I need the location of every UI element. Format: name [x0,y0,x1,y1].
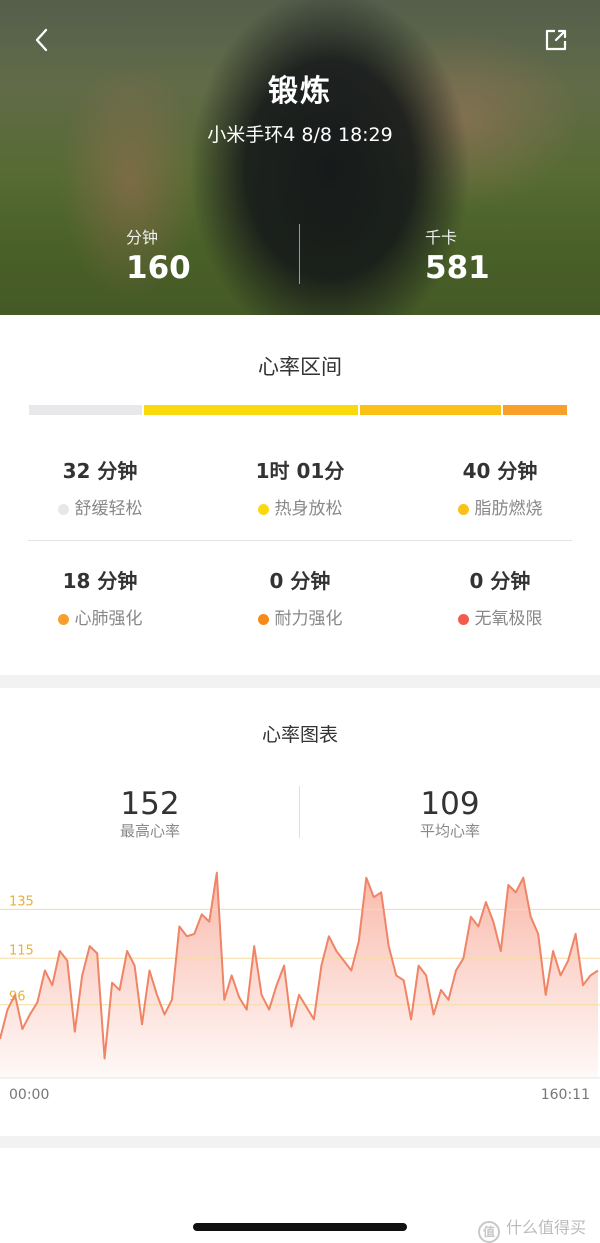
heart-rate-chart-card: 心率图表 152 最高心率 109 平均心率 135 115 96 00:00 160:… [0,688,600,1136]
heart-rate-area-chart: 1351159600:00 160:11 [0,871,600,1103]
heart-rate-zones-card: 心率区间 32 分钟 舒缓轻松 1时 01分 热身放松 40 分钟 脂肪燃烧 1… [0,315,600,675]
workout-hero-banner: 锻炼 小米手环4 8/8 18:29 分钟 160 千卡 581 [0,0,600,315]
zones-divider [28,540,572,541]
zone-duration: 32 分钟 [62,459,138,483]
hr-stats-divider [299,786,300,838]
zone-label: 脂肪燃烧 [474,499,543,519]
zone-duration: 1时 01分 [255,459,345,483]
share-icon [545,29,567,51]
zone-dot-icon [457,614,469,625]
calories-label: 千卡 [425,228,458,247]
back-button[interactable] [30,26,58,54]
zone-dot-icon [257,504,269,515]
zones-title: 心率区间 [258,355,342,379]
avg-hr-label: 平均心率 [419,822,480,840]
x-tick-end: 160:11 [541,1087,590,1103]
chevron-left-icon [35,28,48,52]
home-indicator[interactable] [193,1223,407,1231]
avg-heart-rate: 109 平均心率 [350,786,550,841]
max-hr-value: 152 [120,786,180,822]
hr-area-fill [0,872,598,1078]
zone-bar-segment [29,405,142,415]
duration-value: 160 [126,250,191,286]
page-title: 锻炼 [268,74,332,109]
zone-item: 32 分钟 舒缓轻松 [0,455,200,519]
zone-item: 0 分钟 无氧极限 [400,565,600,629]
duration-stat: 分钟 160 [126,224,326,286]
zone-bar-segment [360,405,501,415]
zone-label: 心肺强化 [74,609,143,629]
zone-duration: 18 分钟 [62,569,138,593]
reference-label: 135 [9,894,34,909]
zone-item: 1时 01分 热身放松 [200,455,400,519]
zone-label: 热身放松 [274,499,343,519]
zone-duration: 0 分钟 [469,569,531,593]
zone-label: 耐力强化 [274,609,343,629]
zone-item: 18 分钟 心肺强化 [0,565,200,629]
zone-dot-icon [57,614,69,625]
zone-label: 无氧极限 [474,609,543,629]
calories-stat: 千卡 581 [425,224,600,286]
zone-duration: 40 分钟 [462,459,538,483]
max-hr-label: 最高心率 [119,822,180,840]
duration-label: 分钟 [126,228,159,247]
section-gap [0,675,600,688]
calories-value: 581 [425,250,490,286]
x-tick-start: 00:00 [9,1087,49,1103]
share-button[interactable] [542,26,570,54]
zone-duration: 0 分钟 [269,569,331,593]
watermark: 值什么值得买 [478,1214,586,1243]
zone-dot-icon [57,504,69,515]
device-and-time: 小米手环4 8/8 18:29 [207,124,393,146]
section-gap [0,1136,600,1148]
max-heart-rate: 152 最高心率 [50,786,250,841]
avg-hr-value: 109 [420,786,480,822]
zone-dot-icon [257,614,269,625]
zone-item: 40 分钟 脂肪燃烧 [400,455,600,519]
chart-title: 心率图表 [261,724,338,746]
reference-label: 115 [9,943,34,958]
zone-label: 舒缓轻松 [74,499,143,519]
hero-divider [299,224,300,284]
zone-item: 0 分钟 耐力强化 [200,565,400,629]
watermark-badge: 值 [478,1221,500,1243]
zone-dot-icon [457,504,469,515]
watermark-text: 什么值得买 [506,1218,587,1237]
zone-bar-segment [144,405,358,415]
zone-bar-segment [503,405,567,415]
